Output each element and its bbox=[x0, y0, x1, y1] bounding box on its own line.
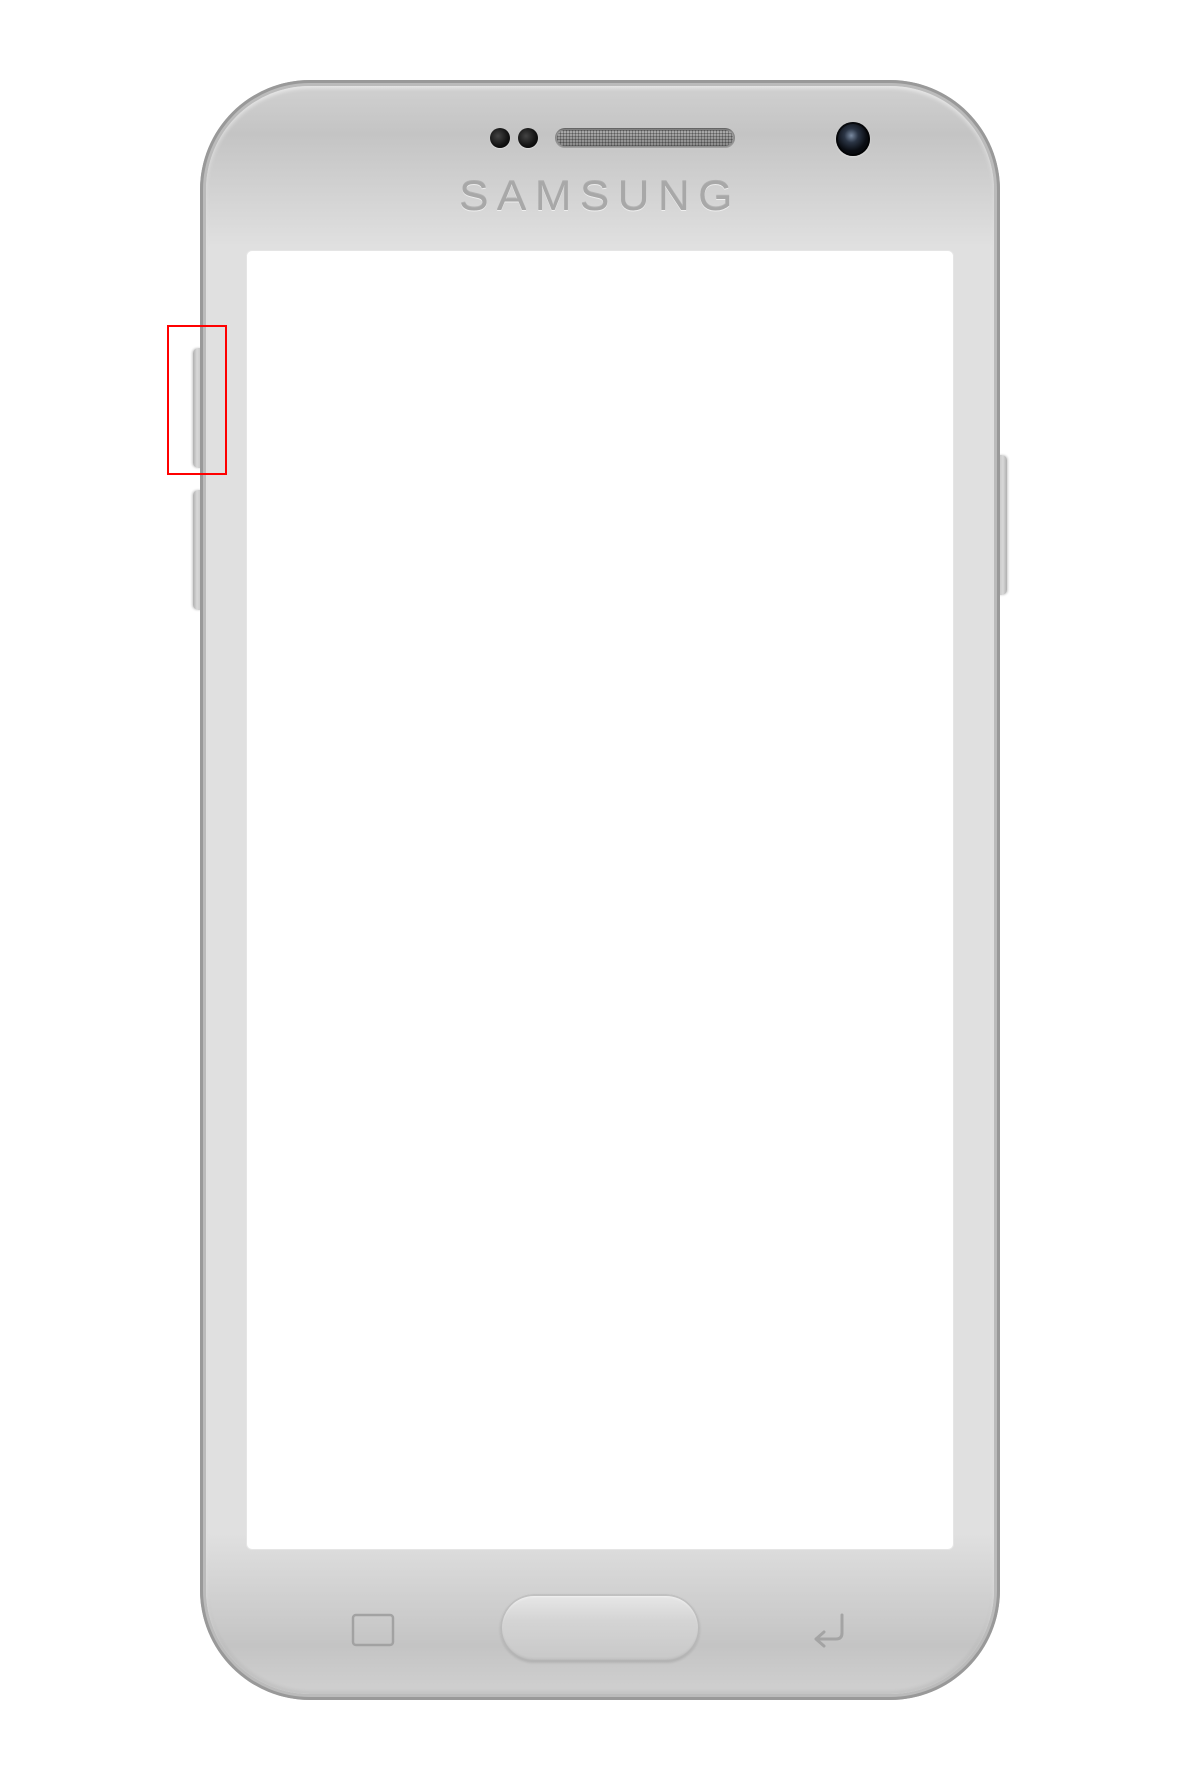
sensor-dot-icon bbox=[518, 128, 538, 148]
front-camera-icon bbox=[836, 122, 870, 156]
highlight-annotation bbox=[167, 325, 227, 475]
earpiece-speaker-icon bbox=[555, 128, 735, 148]
recent-apps-button[interactable] bbox=[350, 1612, 396, 1648]
back-button[interactable] bbox=[804, 1612, 850, 1648]
phone-body: SAMSUNG bbox=[200, 80, 1000, 1700]
sensor-dot-icon bbox=[490, 128, 510, 148]
proximity-sensors bbox=[490, 128, 538, 148]
phone-top-bezel: SAMSUNG bbox=[200, 120, 1000, 240]
home-button[interactable] bbox=[500, 1594, 700, 1662]
phone-device-frame: SAMSUNG bbox=[180, 80, 1020, 1700]
phone-screen[interactable] bbox=[246, 250, 954, 1550]
brand-logo: SAMSUNG bbox=[180, 172, 1020, 220]
